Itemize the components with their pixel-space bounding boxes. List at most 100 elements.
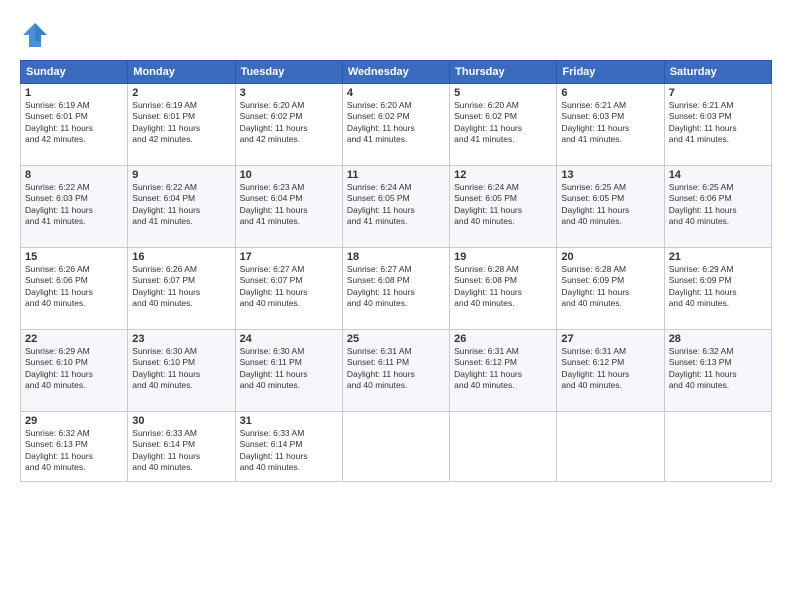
day-info: Sunrise: 6:32 AM Sunset: 6:13 PM Dayligh… (669, 346, 767, 392)
page: SundayMondayTuesdayWednesdayThursdayFrid… (0, 0, 792, 612)
calendar-cell: 10Sunrise: 6:23 AM Sunset: 6:04 PM Dayli… (235, 166, 342, 248)
day-info: Sunrise: 6:26 AM Sunset: 6:07 PM Dayligh… (132, 264, 230, 310)
calendar-cell: 16Sunrise: 6:26 AM Sunset: 6:07 PM Dayli… (128, 248, 235, 330)
day-number: 20 (561, 251, 659, 263)
day-number: 5 (454, 87, 552, 99)
calendar-header-thursday: Thursday (450, 61, 557, 84)
day-info: Sunrise: 6:28 AM Sunset: 6:09 PM Dayligh… (561, 264, 659, 310)
calendar-week-row: 15Sunrise: 6:26 AM Sunset: 6:06 PM Dayli… (21, 248, 772, 330)
calendar-cell: 5Sunrise: 6:20 AM Sunset: 6:02 PM Daylig… (450, 84, 557, 166)
calendar-cell: 20Sunrise: 6:28 AM Sunset: 6:09 PM Dayli… (557, 248, 664, 330)
calendar-cell: 28Sunrise: 6:32 AM Sunset: 6:13 PM Dayli… (664, 330, 771, 412)
calendar-cell: 13Sunrise: 6:25 AM Sunset: 6:05 PM Dayli… (557, 166, 664, 248)
calendar-header-monday: Monday (128, 61, 235, 84)
calendar-cell: 30Sunrise: 6:33 AM Sunset: 6:14 PM Dayli… (128, 412, 235, 482)
day-number: 8 (25, 169, 123, 181)
day-number: 21 (669, 251, 767, 263)
day-number: 28 (669, 333, 767, 345)
calendar-week-row: 29Sunrise: 6:32 AM Sunset: 6:13 PM Dayli… (21, 412, 772, 482)
header (20, 20, 772, 50)
day-number: 9 (132, 169, 230, 181)
day-number: 25 (347, 333, 445, 345)
day-info: Sunrise: 6:20 AM Sunset: 6:02 PM Dayligh… (454, 100, 552, 146)
day-number: 6 (561, 87, 659, 99)
calendar-header-wednesday: Wednesday (342, 61, 449, 84)
day-info: Sunrise: 6:27 AM Sunset: 6:07 PM Dayligh… (240, 264, 338, 310)
logo-icon (20, 20, 50, 50)
calendar-cell: 31Sunrise: 6:33 AM Sunset: 6:14 PM Dayli… (235, 412, 342, 482)
calendar-cell: 11Sunrise: 6:24 AM Sunset: 6:05 PM Dayli… (342, 166, 449, 248)
calendar-cell: 7Sunrise: 6:21 AM Sunset: 6:03 PM Daylig… (664, 84, 771, 166)
calendar-header-sunday: Sunday (21, 61, 128, 84)
day-number: 19 (454, 251, 552, 263)
day-info: Sunrise: 6:30 AM Sunset: 6:11 PM Dayligh… (240, 346, 338, 392)
day-info: Sunrise: 6:31 AM Sunset: 6:12 PM Dayligh… (454, 346, 552, 392)
day-info: Sunrise: 6:30 AM Sunset: 6:10 PM Dayligh… (132, 346, 230, 392)
calendar-cell (342, 412, 449, 482)
calendar-cell: 22Sunrise: 6:29 AM Sunset: 6:10 PM Dayli… (21, 330, 128, 412)
day-info: Sunrise: 6:23 AM Sunset: 6:04 PM Dayligh… (240, 182, 338, 228)
day-info: Sunrise: 6:25 AM Sunset: 6:05 PM Dayligh… (561, 182, 659, 228)
day-number: 17 (240, 251, 338, 263)
calendar-week-row: 22Sunrise: 6:29 AM Sunset: 6:10 PM Dayli… (21, 330, 772, 412)
day-number: 30 (132, 415, 230, 427)
day-info: Sunrise: 6:25 AM Sunset: 6:06 PM Dayligh… (669, 182, 767, 228)
calendar-cell: 18Sunrise: 6:27 AM Sunset: 6:08 PM Dayli… (342, 248, 449, 330)
day-number: 15 (25, 251, 123, 263)
calendar-cell: 3Sunrise: 6:20 AM Sunset: 6:02 PM Daylig… (235, 84, 342, 166)
day-number: 27 (561, 333, 659, 345)
day-number: 11 (347, 169, 445, 181)
day-info: Sunrise: 6:33 AM Sunset: 6:14 PM Dayligh… (240, 428, 338, 474)
calendar-week-row: 8Sunrise: 6:22 AM Sunset: 6:03 PM Daylig… (21, 166, 772, 248)
day-info: Sunrise: 6:22 AM Sunset: 6:03 PM Dayligh… (25, 182, 123, 228)
day-number: 10 (240, 169, 338, 181)
day-number: 29 (25, 415, 123, 427)
calendar-cell: 1Sunrise: 6:19 AM Sunset: 6:01 PM Daylig… (21, 84, 128, 166)
day-info: Sunrise: 6:31 AM Sunset: 6:11 PM Dayligh… (347, 346, 445, 392)
day-info: Sunrise: 6:28 AM Sunset: 6:08 PM Dayligh… (454, 264, 552, 310)
day-number: 1 (25, 87, 123, 99)
calendar-table: SundayMondayTuesdayWednesdayThursdayFrid… (20, 60, 772, 482)
calendar-cell: 19Sunrise: 6:28 AM Sunset: 6:08 PM Dayli… (450, 248, 557, 330)
day-number: 14 (669, 169, 767, 181)
calendar-cell: 12Sunrise: 6:24 AM Sunset: 6:05 PM Dayli… (450, 166, 557, 248)
day-number: 18 (347, 251, 445, 263)
calendar-header-row: SundayMondayTuesdayWednesdayThursdayFrid… (21, 61, 772, 84)
day-info: Sunrise: 6:19 AM Sunset: 6:01 PM Dayligh… (25, 100, 123, 146)
day-info: Sunrise: 6:21 AM Sunset: 6:03 PM Dayligh… (669, 100, 767, 146)
day-info: Sunrise: 6:19 AM Sunset: 6:01 PM Dayligh… (132, 100, 230, 146)
day-info: Sunrise: 6:29 AM Sunset: 6:09 PM Dayligh… (669, 264, 767, 310)
calendar-cell (557, 412, 664, 482)
calendar-cell: 17Sunrise: 6:27 AM Sunset: 6:07 PM Dayli… (235, 248, 342, 330)
day-info: Sunrise: 6:20 AM Sunset: 6:02 PM Dayligh… (240, 100, 338, 146)
day-info: Sunrise: 6:22 AM Sunset: 6:04 PM Dayligh… (132, 182, 230, 228)
calendar-cell (664, 412, 771, 482)
calendar-cell: 27Sunrise: 6:31 AM Sunset: 6:12 PM Dayli… (557, 330, 664, 412)
calendar-cell: 25Sunrise: 6:31 AM Sunset: 6:11 PM Dayli… (342, 330, 449, 412)
day-info: Sunrise: 6:24 AM Sunset: 6:05 PM Dayligh… (454, 182, 552, 228)
day-number: 2 (132, 87, 230, 99)
day-info: Sunrise: 6:33 AM Sunset: 6:14 PM Dayligh… (132, 428, 230, 474)
day-number: 12 (454, 169, 552, 181)
calendar-cell: 9Sunrise: 6:22 AM Sunset: 6:04 PM Daylig… (128, 166, 235, 248)
day-info: Sunrise: 6:27 AM Sunset: 6:08 PM Dayligh… (347, 264, 445, 310)
day-number: 26 (454, 333, 552, 345)
day-number: 7 (669, 87, 767, 99)
calendar-cell: 14Sunrise: 6:25 AM Sunset: 6:06 PM Dayli… (664, 166, 771, 248)
logo (20, 20, 54, 50)
day-info: Sunrise: 6:21 AM Sunset: 6:03 PM Dayligh… (561, 100, 659, 146)
calendar-cell: 4Sunrise: 6:20 AM Sunset: 6:02 PM Daylig… (342, 84, 449, 166)
calendar-cell: 26Sunrise: 6:31 AM Sunset: 6:12 PM Dayli… (450, 330, 557, 412)
day-number: 31 (240, 415, 338, 427)
calendar-cell: 8Sunrise: 6:22 AM Sunset: 6:03 PM Daylig… (21, 166, 128, 248)
day-info: Sunrise: 6:26 AM Sunset: 6:06 PM Dayligh… (25, 264, 123, 310)
day-number: 24 (240, 333, 338, 345)
day-info: Sunrise: 6:31 AM Sunset: 6:12 PM Dayligh… (561, 346, 659, 392)
day-number: 22 (25, 333, 123, 345)
day-number: 16 (132, 251, 230, 263)
day-number: 3 (240, 87, 338, 99)
calendar-header-friday: Friday (557, 61, 664, 84)
day-number: 4 (347, 87, 445, 99)
calendar-cell: 24Sunrise: 6:30 AM Sunset: 6:11 PM Dayli… (235, 330, 342, 412)
calendar-cell: 6Sunrise: 6:21 AM Sunset: 6:03 PM Daylig… (557, 84, 664, 166)
